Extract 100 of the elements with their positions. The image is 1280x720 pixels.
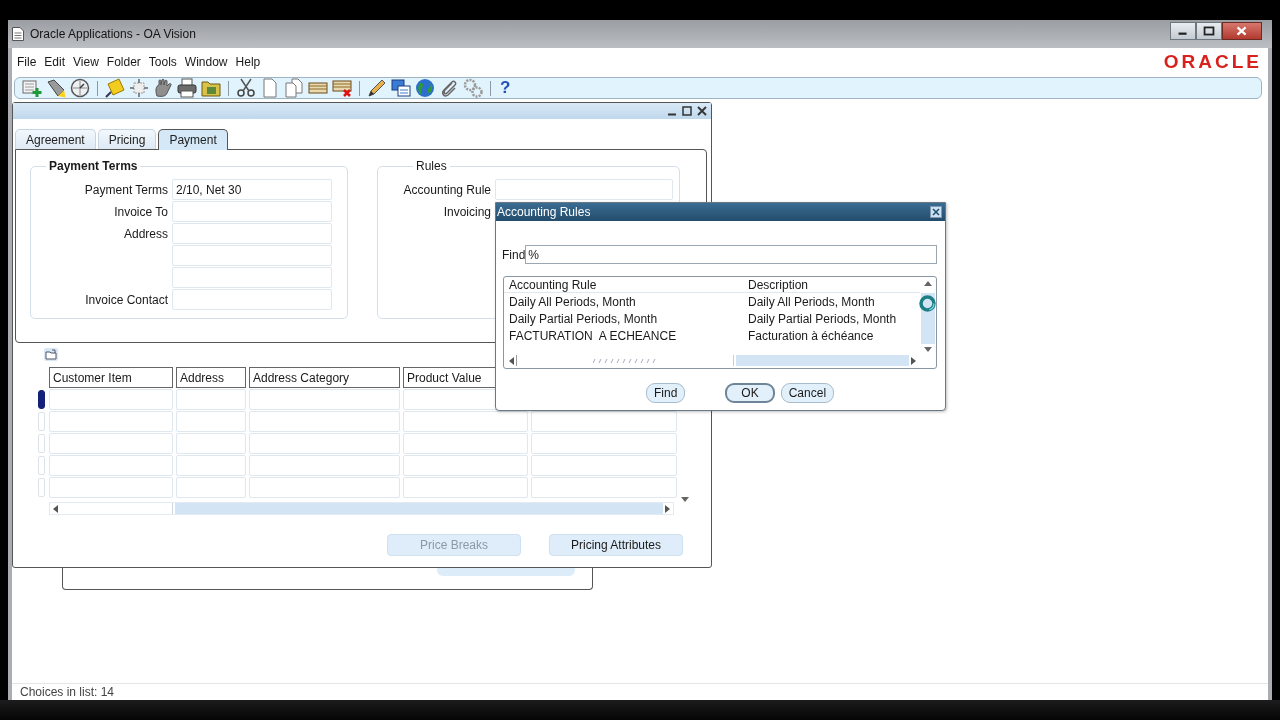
globe-icon[interactable] [415, 78, 435, 98]
notepad-icon[interactable] [105, 78, 125, 98]
input-field[interactable] [495, 179, 673, 200]
input-field[interactable] [176, 455, 246, 476]
input-field[interactable] [172, 201, 332, 222]
hand-icon[interactable] [153, 78, 173, 98]
find-label: Find [502, 247, 526, 262]
input-field[interactable] [531, 455, 677, 476]
record-indicator[interactable] [37, 390, 45, 409]
help-button[interactable]: ? [496, 78, 515, 98]
list-cell-text: Daily All Periods, Month [508, 294, 637, 309]
menu-item[interactable]: Help [231, 53, 265, 71]
column-header: Address Category [249, 367, 400, 388]
list-row[interactable]: FACTURATION A ECHEANCE Facturation à échéance [504, 327, 920, 344]
form-button[interactable]: Pricing Attributes [549, 534, 683, 556]
input-field[interactable] [49, 389, 173, 410]
input-field[interactable] [403, 477, 528, 498]
status-text: Choices in list: 14 [20, 685, 115, 699]
scissors-icon[interactable] [236, 78, 256, 98]
find-field[interactable]: % [525, 245, 938, 264]
input-field[interactable] [403, 411, 528, 432]
input-field[interactable] [249, 411, 400, 432]
scroll-down-icon[interactable] [681, 497, 689, 502]
group-title: Rules [415, 159, 448, 173]
input-field[interactable] [49, 433, 173, 454]
scroll-left-icon[interactable] [509, 356, 514, 365]
menu-item[interactable]: Edit [40, 53, 70, 71]
maximize-icon[interactable] [1196, 22, 1222, 40]
close-icon[interactable] [930, 206, 942, 218]
document-icon [12, 27, 24, 41]
folder-icon[interactable] [44, 348, 58, 361]
input-field[interactable] [176, 411, 246, 432]
windows-icon[interactable] [391, 78, 411, 98]
input-field[interactable] [172, 245, 332, 266]
scrollbar-thumb[interactable] [516, 355, 734, 366]
card-delete-icon[interactable] [332, 78, 352, 98]
list-row[interactable]: Daily Partial Periods, Month Daily Partial Periods, Month [504, 310, 920, 327]
menu-item[interactable]: File [13, 53, 41, 71]
list-cell-text: Daily All Periods, Month [747, 294, 875, 309]
field-label: Invoicing [442, 204, 491, 219]
input-field[interactable] [176, 389, 246, 410]
list-row[interactable]: Daily All Periods, Month Daily All Periods, Month [504, 293, 920, 310]
group-title: Payment Terms [48, 159, 139, 173]
pages-icon[interactable] [284, 78, 304, 98]
folder-icon[interactable] [201, 78, 221, 98]
menu-item[interactable]: View [69, 53, 103, 71]
tab[interactable]: Pricing [97, 129, 157, 149]
input-field[interactable] [49, 477, 173, 498]
paperclip-icon[interactable] [439, 78, 459, 98]
list-cell-text: Facturation à échéance [747, 328, 874, 343]
field-label: Invoice To [113, 204, 168, 219]
input-field[interactable] [531, 411, 677, 432]
menu-item[interactable]: Folder [102, 53, 145, 71]
pencil-icon[interactable] [367, 78, 387, 98]
close-icon[interactable] [1222, 22, 1262, 40]
scrollbar[interactable] [49, 502, 674, 515]
grip-icon [593, 358, 657, 363]
tab[interactable]: Agreement [15, 129, 96, 149]
input-field[interactable] [176, 477, 246, 498]
crosshair-icon[interactable] [129, 78, 149, 98]
list-cell-text: FACTURATION A ECHEANCE [508, 328, 678, 343]
input-field[interactable] [531, 477, 677, 498]
dialog-button[interactable]: OK [725, 383, 775, 403]
tab[interactable]: Payment [158, 129, 228, 150]
scroll-up-icon[interactable] [924, 281, 932, 286]
input-field[interactable] [249, 389, 400, 410]
input-field[interactable] [249, 433, 400, 454]
scroll-right-icon[interactable] [911, 356, 916, 365]
clock-icon[interactable] [70, 78, 90, 98]
scroll-right-icon[interactable] [665, 504, 670, 513]
column-header: Customer Item [49, 367, 173, 388]
flashlight-icon[interactable] [46, 78, 66, 98]
menu-item[interactable]: Window [180, 53, 232, 71]
print-icon[interactable] [177, 78, 197, 98]
input-field[interactable] [176, 433, 246, 454]
scroll-down-icon[interactable] [924, 347, 932, 352]
logo: ORACLE [1163, 52, 1262, 72]
window-title: Oracle Applications - OA Vision [30, 27, 196, 41]
scroll-left-icon[interactable] [53, 504, 58, 513]
field-label: Invoice Contact [84, 292, 168, 307]
input-field[interactable]: 2/10, Net 30 [172, 179, 332, 200]
input-field[interactable] [172, 289, 332, 310]
dialog-button[interactable]: Find [646, 383, 686, 403]
dialog-button[interactable]: Cancel [780, 383, 835, 403]
column-header: Description [747, 277, 809, 292]
input-field[interactable] [49, 455, 173, 476]
maximize-icon[interactable] [682, 106, 692, 116]
close-icon[interactable] [697, 106, 707, 116]
input-field[interactable] [403, 433, 528, 454]
gears-icon[interactable] [463, 78, 483, 98]
input-field[interactable] [531, 433, 677, 454]
input-field[interactable] [172, 267, 332, 288]
input-field[interactable] [249, 455, 400, 476]
input-field[interactable] [249, 477, 400, 498]
minimize-icon[interactable] [1170, 22, 1196, 40]
input-field[interactable] [403, 455, 528, 476]
menu-item[interactable]: Tools [144, 53, 181, 71]
input-field[interactable] [172, 223, 332, 244]
input-field[interactable] [49, 411, 173, 432]
field-label: Accounting Rule [402, 182, 491, 197]
